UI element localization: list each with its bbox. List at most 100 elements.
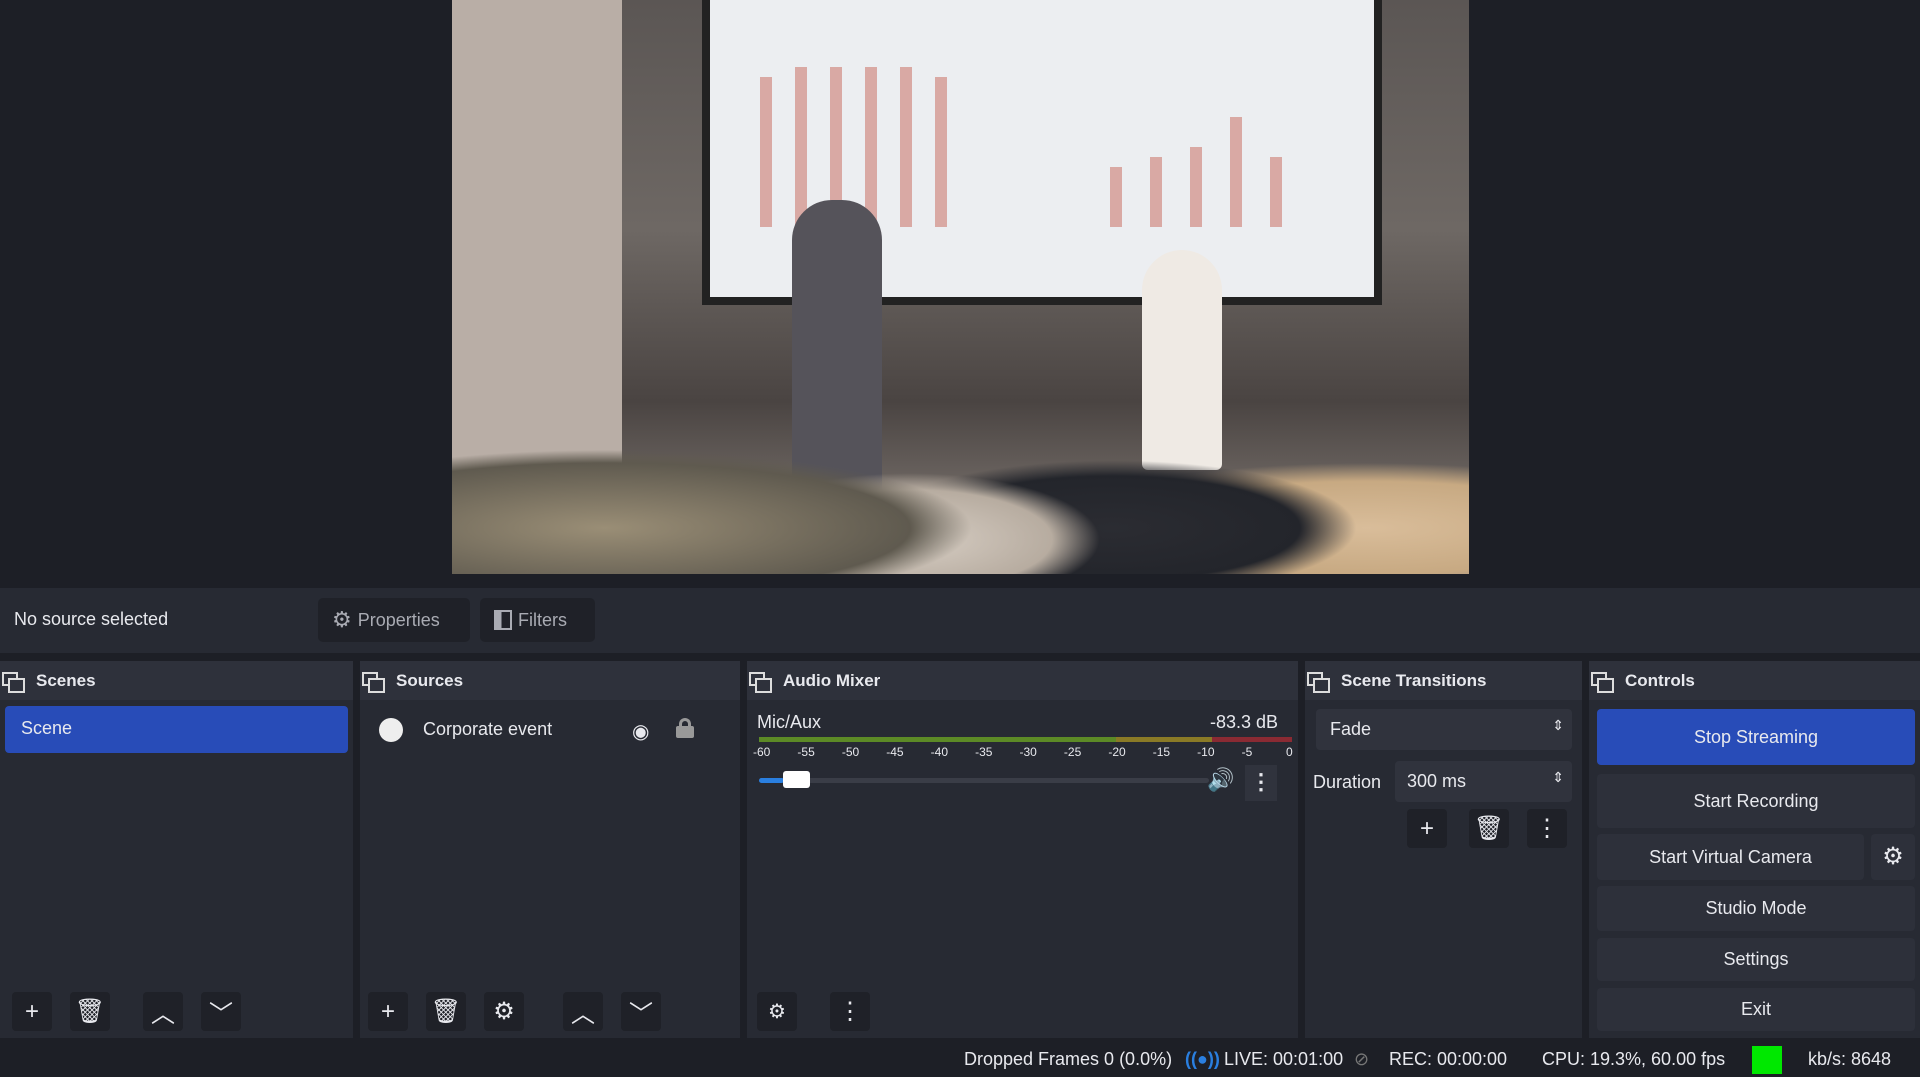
plus-icon: + [1419,814,1434,842]
duration-label: Duration [1313,772,1382,792]
channel-level: -83.3 dB [1209,712,1278,732]
rec-time: REC: 00:00:00 [1389,1049,1508,1069]
scene-label: Scene [21,718,73,738]
studio-mode-button[interactable]: Studio Mode [1597,886,1915,931]
transition-select[interactable]: Fade ⇕ [1316,709,1572,750]
channel-menu-button[interactable]: ⋮ [1245,765,1277,801]
duration-spinbox[interactable]: 300 ms ⇕ [1395,761,1572,802]
gear-icon: ⚙ [332,607,352,632]
dock-icon [362,671,385,693]
remove-source-button[interactable]: 🗑 [426,992,466,1031]
properties-button[interactable]: ⚙ Properties [318,598,470,642]
add-source-button[interactable]: + [368,992,408,1031]
meter-tick-label: -30 [1019,745,1037,759]
meter-tick-label: -60 [753,745,771,759]
move-source-down-button[interactable]: ﹀ [621,992,661,1031]
speaker-icon[interactable]: 🔊 [1207,767,1234,793]
connection-health-indicator [1752,1046,1782,1074]
properties-label: Properties [357,609,440,630]
start-virtual-camera-button[interactable]: Start Virtual Camera [1597,834,1864,880]
globe-icon [379,717,403,742]
updown-icon: ⇕ [1552,717,1564,733]
scene-item[interactable]: Scene [5,706,348,753]
meter-tick-label: -50 [841,745,860,759]
controls-header: Controls [1589,661,1920,700]
scenes-dock: Scenes Scene + 🗑 ︿ ﹀ [0,661,353,1038]
meter-tick-label: -10 [1197,745,1215,759]
controls-dock: Controls Stop Streaming Start Recording … [1589,661,1920,1038]
no-source-label: No source selected [14,609,169,629]
program-preview[interactable] [452,0,1469,574]
transitions-header: Scene Transitions [1305,661,1582,700]
add-transition-button[interactable]: + [1407,809,1447,848]
cpu-fps: CPU: 19.3%, 60.00 fps [1542,1049,1726,1069]
transition-value: Fade [1330,719,1372,739]
source-properties-button[interactable]: ⚙ [484,992,524,1031]
duration-value: 300 ms [1407,771,1467,791]
source-item[interactable]: Corporate event ◉ [360,706,740,753]
kebab-icon: ⋮ [1250,769,1272,794]
trash-icon: 🗑 [1473,815,1505,842]
sources-header: Sources [360,661,740,700]
virtual-camera-settings-button[interactable]: ⚙ [1871,834,1915,880]
bitrate: kb/s: 8648 [1808,1049,1892,1069]
spin-icon[interactable]: ⇕ [1552,769,1564,786]
chevron-up-icon: ︿ [571,1001,595,1028]
meter-tick-label: -35 [975,745,993,759]
chevron-down-icon: ﹀ [209,1001,233,1028]
add-scene-button[interactable]: + [12,992,52,1031]
filters-button[interactable]: Filters [480,598,595,642]
stop-streaming-button[interactable]: Stop Streaming [1597,709,1915,765]
gear-icon: ⚙ [1882,843,1904,870]
sources-dock: Sources Corporate event ◉ + 🗑 ⚙ ︿ ﹀ [360,661,740,1038]
channel-name: Mic/Aux [757,712,822,732]
status-bar: Dropped Frames 0 (0.0%) ((●)) LIVE: 00:0… [0,1043,1920,1077]
eye-icon[interactable]: ◉ [632,719,649,744]
meter-tick-label: 0 [1286,745,1293,759]
gears-icon: ⚙ [768,1001,786,1023]
scenes-header: Scenes [0,661,353,700]
sources-title: Sources [396,670,464,690]
move-source-up-button[interactable]: ︿ [563,992,603,1031]
kebab-icon: ⋮ [838,998,862,1025]
audio-mixer-header: Audio Mixer [747,661,1298,700]
volume-slider-fill [759,778,784,783]
recording-off-icon: ⊘ [1354,1049,1370,1069]
transitions-title: Scene Transitions [1341,670,1487,690]
mixer-menu-button[interactable]: ⋮ [830,992,870,1031]
plus-icon: + [380,997,395,1025]
start-recording-button[interactable]: Start Recording [1597,774,1915,828]
source-toolbar: No source selected ⚙ Properties Filters [0,588,1920,653]
meter-ticks: -60 -55 -50 -45 -40 -35 -30 -25 -20 -15 -10 -5 0 [753,745,1298,763]
move-scene-down-button[interactable]: ﹀ [201,992,241,1031]
exit-button[interactable]: Exit [1597,988,1915,1031]
remove-scene-button[interactable]: 🗑 [70,992,110,1031]
filters-label: Filters [518,609,567,630]
scenes-title: Scenes [36,670,96,690]
transition-menu-button[interactable]: ⋮ [1527,809,1567,848]
source-label: Corporate event [423,719,553,739]
volume-meter [759,737,1292,742]
volume-slider[interactable] [759,771,1209,788]
live-broadcast-icon: ((●)) [1185,1049,1220,1069]
filter-icon [494,610,512,630]
gear-icon: ⚙ [493,998,515,1025]
preview-audience [452,344,1469,574]
chevron-up-icon: ︿ [151,1001,175,1028]
live-time: LIVE: 00:01:00 [1224,1049,1344,1069]
dock-icon [749,671,772,693]
scene-transitions-dock: Scene Transitions Fade ⇕ Duration 300 ms ⇕… [1305,661,1582,1038]
kebab-icon: ⋮ [1535,815,1559,842]
dropped-frames: Dropped Frames 0 (0.0%) [964,1049,1173,1069]
volume-slider-handle[interactable] [783,771,810,788]
meter-tick-label: -40 [930,745,948,759]
remove-transition-button[interactable]: 🗑 [1469,809,1509,848]
settings-button[interactable]: Settings [1597,938,1915,981]
meter-tick-label: -45 [886,745,904,759]
lock-icon[interactable] [676,718,694,738]
dock-icon [1307,671,1330,693]
advanced-audio-button[interactable]: ⚙ [757,992,797,1031]
trash-icon: 🗑 [430,998,462,1025]
audio-mixer-dock: Audio Mixer Mic/Aux -83.3 dB -60 -55 -50 -4… [747,661,1298,1038]
move-scene-up-button[interactable]: ︿ [143,992,183,1031]
